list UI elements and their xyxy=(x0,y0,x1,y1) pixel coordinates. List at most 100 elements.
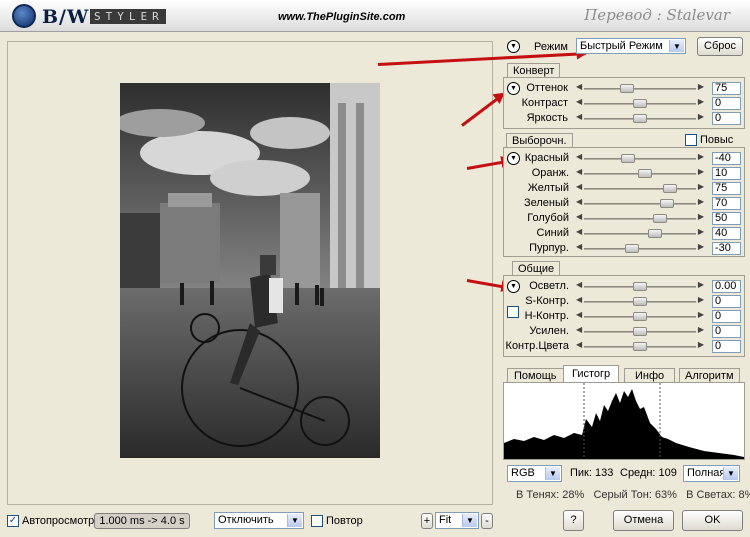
reset-button[interactable]: Сброс xyxy=(697,37,743,56)
slider-left-arrow-icon[interactable]: ◀ xyxy=(576,82,582,91)
slider-left-arrow-icon[interactable]: ◀ xyxy=(576,212,582,221)
general-label-0: Осветл. xyxy=(529,280,569,292)
slider-left-arrow-icon[interactable]: ◀ xyxy=(576,97,582,106)
selective-value-6[interactable]: -30 xyxy=(712,242,741,255)
selective-slider-4[interactable]: ◀ ▶ xyxy=(576,212,704,224)
slider-thumb[interactable] xyxy=(633,312,647,321)
tab-selective[interactable]: Выборочн. xyxy=(506,133,573,148)
slider-thumb[interactable] xyxy=(652,214,667,223)
selective-slider-6[interactable]: ◀ ▶ xyxy=(576,242,704,254)
slider-right-arrow-icon[interactable]: ▶ xyxy=(698,280,704,289)
zoom-select[interactable]: Fit ▼ xyxy=(435,512,479,529)
convert-slider-1[interactable]: ◀ ▶ xyxy=(576,97,704,109)
tab-info[interactable]: Инфо xyxy=(624,368,676,383)
help-button[interactable]: ? xyxy=(563,510,584,531)
slider-thumb[interactable] xyxy=(647,229,662,238)
convert-value-2[interactable]: 0 xyxy=(712,112,741,125)
general-slider-0[interactable]: ◀ ▶ xyxy=(576,280,704,292)
ok-button[interactable]: OK xyxy=(682,510,743,531)
channel-select[interactable]: RGB ▼ xyxy=(507,465,562,482)
slider-right-arrow-icon[interactable]: ▶ xyxy=(698,242,704,251)
slider-left-arrow-icon[interactable]: ◀ xyxy=(576,152,582,161)
selective-value-4[interactable]: 50 xyxy=(712,212,741,225)
disable-select[interactable]: Отключить ▼ xyxy=(214,512,304,529)
tab-convert[interactable]: Конверт xyxy=(507,63,561,78)
general-value-0[interactable]: 0.00 xyxy=(712,280,741,293)
slider-right-arrow-icon[interactable]: ▶ xyxy=(698,197,704,206)
slider-right-arrow-icon[interactable]: ▶ xyxy=(698,310,704,319)
chevron-down-icon: ▼ xyxy=(462,514,477,527)
slider-left-arrow-icon[interactable]: ◀ xyxy=(576,197,582,206)
slider-left-arrow-icon[interactable]: ◀ xyxy=(576,310,582,319)
range-select[interactable]: Полная ▼ xyxy=(683,465,740,482)
general-value-3[interactable]: 0 xyxy=(712,325,741,338)
selective-value-1[interactable]: 10 xyxy=(712,167,741,180)
slider-left-arrow-icon[interactable]: ◀ xyxy=(576,182,582,191)
slider-left-arrow-icon[interactable]: ◀ xyxy=(576,167,582,176)
general-slider-1[interactable]: ◀ ▶ xyxy=(576,295,704,307)
slider-thumb[interactable] xyxy=(633,282,647,291)
zoom-in-button[interactable]: + xyxy=(421,513,433,529)
slider-right-arrow-icon[interactable]: ▶ xyxy=(698,227,704,236)
convert-slider-0[interactable]: ◀ ▶ xyxy=(576,82,704,94)
increase-checkbox[interactable] xyxy=(685,134,697,146)
slider-right-arrow-icon[interactable]: ▶ xyxy=(698,152,704,161)
selective-slider-5[interactable]: ◀ ▶ xyxy=(576,227,704,239)
slider-thumb[interactable] xyxy=(625,244,640,253)
convert-slider-2[interactable]: ◀ ▶ xyxy=(576,112,704,124)
general-value-1[interactable]: 0 xyxy=(712,295,741,308)
general-value-4[interactable]: 0 xyxy=(712,340,741,353)
slider-right-arrow-icon[interactable]: ▶ xyxy=(698,97,704,106)
zoom-out-button[interactable]: - xyxy=(481,513,493,529)
slider-right-arrow-icon[interactable]: ▶ xyxy=(698,212,704,221)
slider-thumb[interactable] xyxy=(637,169,652,178)
slider-thumb[interactable] xyxy=(660,199,675,208)
general-slider-3[interactable]: ◀ ▶ xyxy=(576,325,704,337)
selective-value-2[interactable]: 75 xyxy=(712,182,741,195)
cancel-button[interactable]: Отмена xyxy=(613,510,674,531)
mode-expand-icon[interactable]: ▼ xyxy=(507,40,520,53)
slider-right-arrow-icon[interactable]: ▶ xyxy=(698,82,704,91)
tab-help[interactable]: Помощь xyxy=(507,368,564,383)
slider-left-arrow-icon[interactable]: ◀ xyxy=(576,340,582,349)
repeat-checkbox[interactable] xyxy=(311,515,323,527)
slider-thumb[interactable] xyxy=(663,184,678,193)
selective-value-0[interactable]: -40 xyxy=(712,152,741,165)
slider-thumb[interactable] xyxy=(621,154,636,163)
general-value-2[interactable]: 0 xyxy=(712,310,741,323)
slider-left-arrow-icon[interactable]: ◀ xyxy=(576,242,582,251)
selective-value-3[interactable]: 70 xyxy=(712,197,741,210)
preview-image[interactable] xyxy=(115,83,380,458)
convert-value-0[interactable]: 75 xyxy=(712,82,741,95)
selective-slider-1[interactable]: ◀ ▶ xyxy=(576,167,704,179)
general-slider-4[interactable]: ◀ ▶ xyxy=(576,340,704,352)
mode-select[interactable]: Быстрый Режим ▼ xyxy=(576,38,686,54)
slider-thumb[interactable] xyxy=(633,297,647,306)
slider-right-arrow-icon[interactable]: ▶ xyxy=(698,167,704,176)
slider-thumb[interactable] xyxy=(633,114,647,123)
tab-general[interactable]: Общие xyxy=(512,261,561,276)
slider-thumb[interactable] xyxy=(633,99,647,108)
tab-algorithm[interactable]: Алгоритм xyxy=(679,368,740,383)
selective-value-5[interactable]: 40 xyxy=(712,227,741,240)
slider-right-arrow-icon[interactable]: ▶ xyxy=(698,325,704,334)
slider-left-arrow-icon[interactable]: ◀ xyxy=(576,325,582,334)
selective-slider-0[interactable]: ◀ ▶ xyxy=(576,152,704,164)
slider-left-arrow-icon[interactable]: ◀ xyxy=(576,280,582,289)
slider-thumb[interactable] xyxy=(633,327,647,336)
slider-left-arrow-icon[interactable]: ◀ xyxy=(576,112,582,121)
slider-right-arrow-icon[interactable]: ▶ xyxy=(698,340,704,349)
selective-slider-2[interactable]: ◀ ▶ xyxy=(576,182,704,194)
selective-slider-3[interactable]: ◀ ▶ xyxy=(576,197,704,209)
slider-right-arrow-icon[interactable]: ▶ xyxy=(698,182,704,191)
convert-value-1[interactable]: 0 xyxy=(712,97,741,110)
slider-left-arrow-icon[interactable]: ◀ xyxy=(576,227,582,236)
slider-right-arrow-icon[interactable]: ▶ xyxy=(698,112,704,121)
autopreview-checkbox[interactable]: ✓ xyxy=(7,515,19,527)
slider-left-arrow-icon[interactable]: ◀ xyxy=(576,295,582,304)
tab-histogram[interactable]: Гистогр xyxy=(563,365,620,383)
slider-right-arrow-icon[interactable]: ▶ xyxy=(698,295,704,304)
general-slider-2[interactable]: ◀ ▶ xyxy=(576,310,704,322)
slider-thumb[interactable] xyxy=(620,84,635,93)
slider-thumb[interactable] xyxy=(633,342,647,351)
